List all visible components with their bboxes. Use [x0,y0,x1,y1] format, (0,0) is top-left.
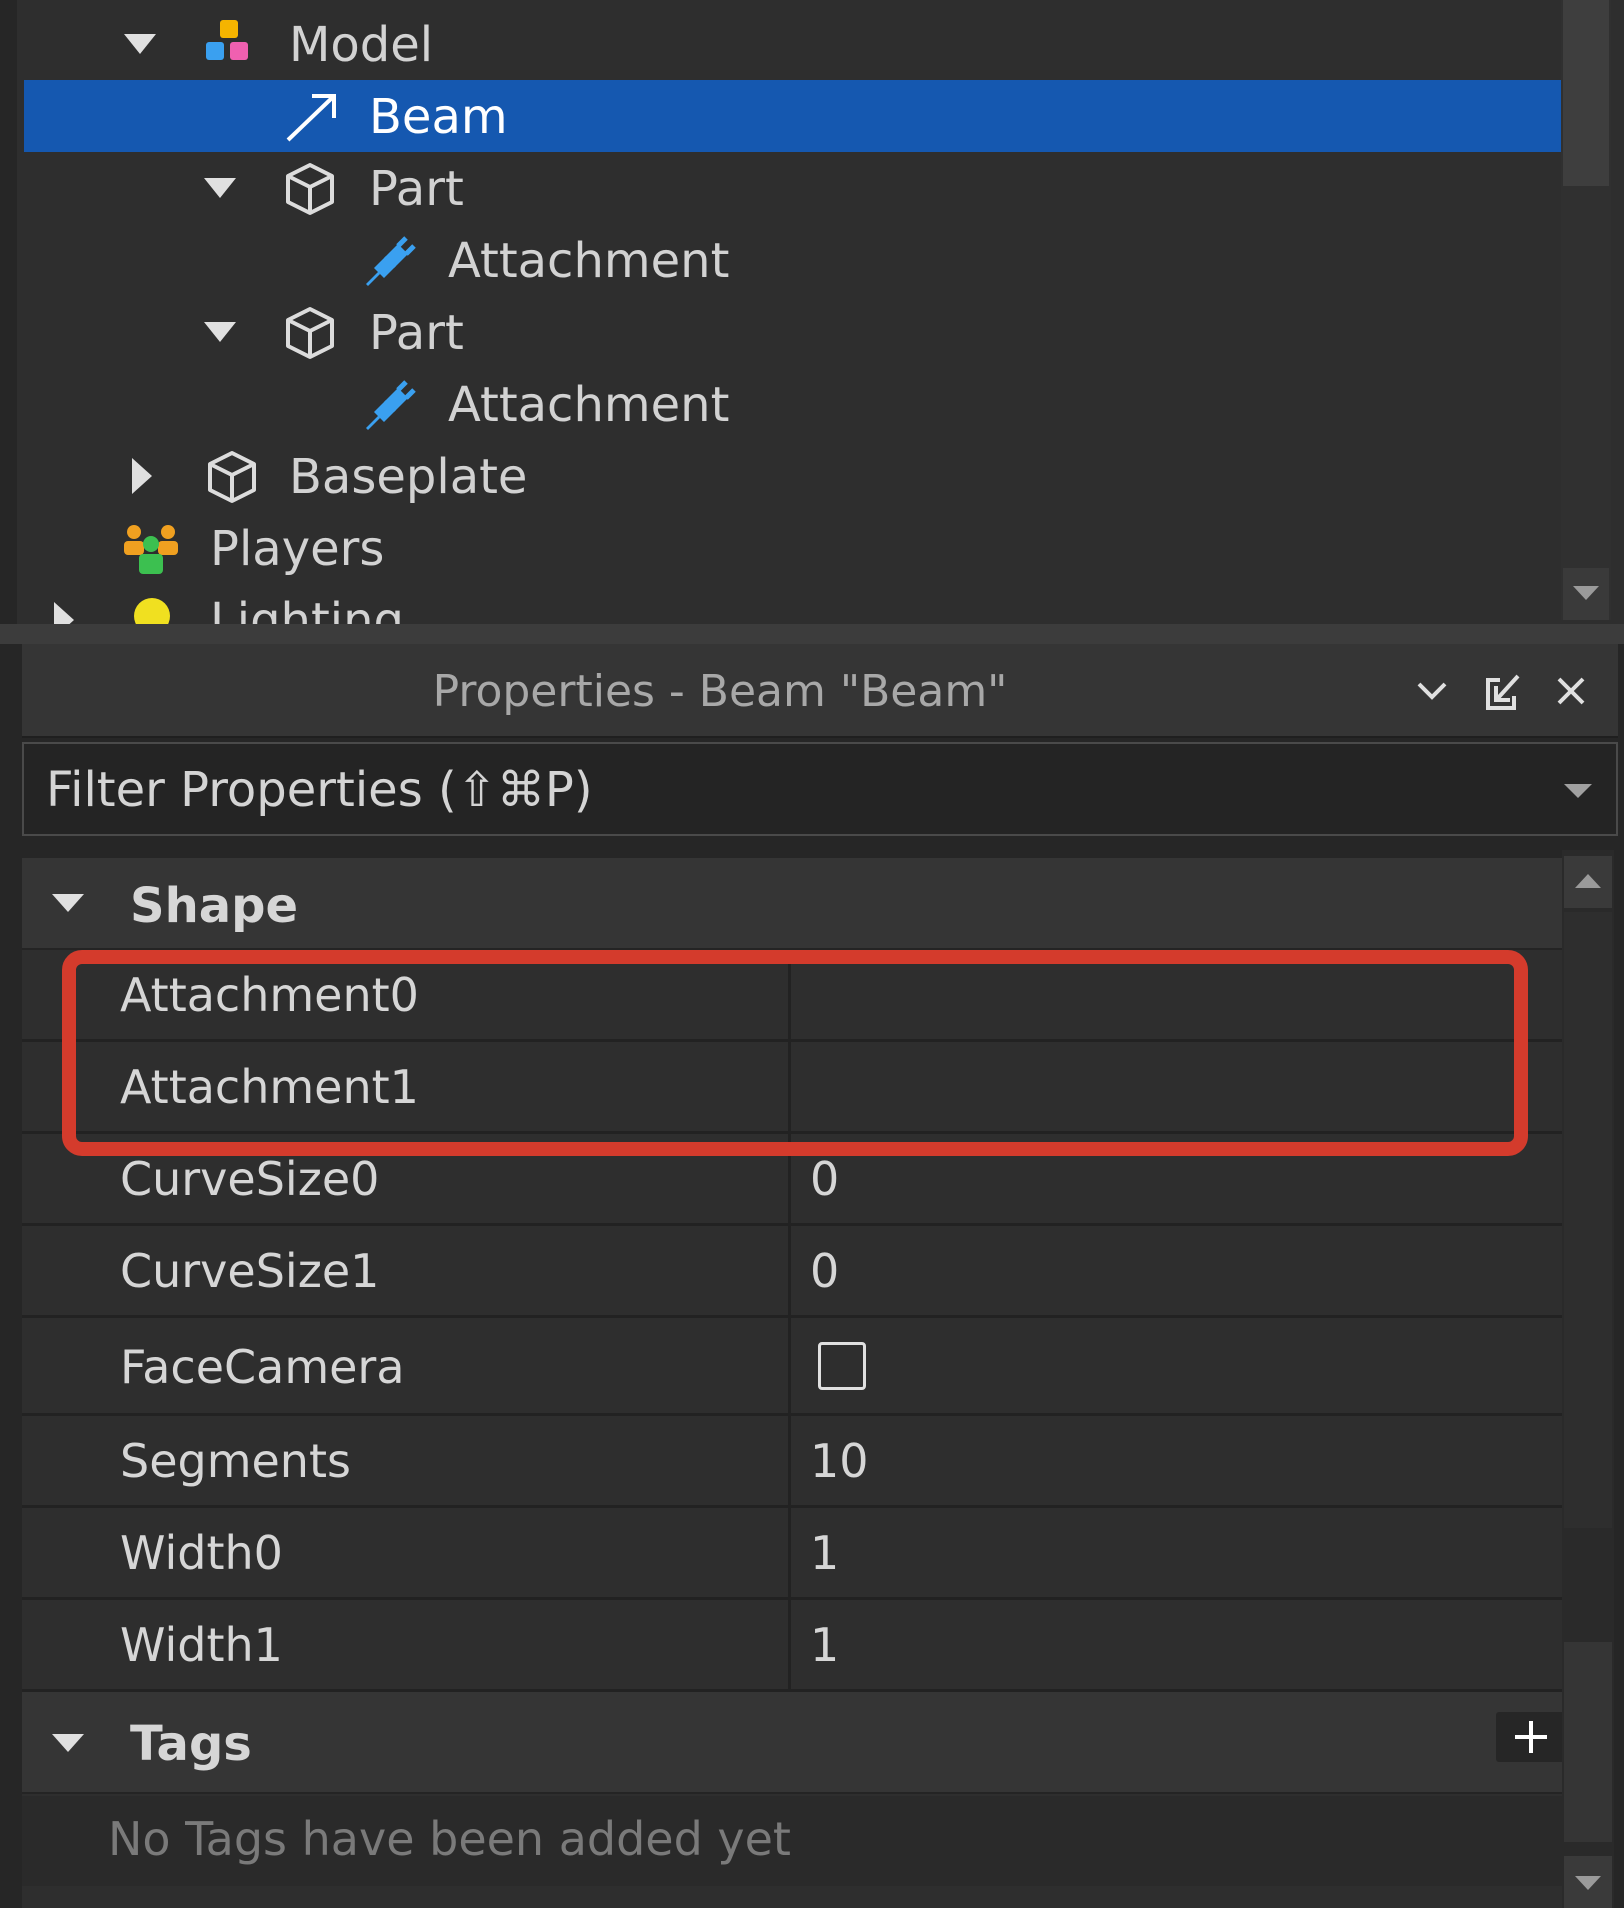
column-divider [788,1134,791,1223]
property-name: CurveSize0 [120,1152,380,1206]
property-name: Width0 [120,1526,283,1580]
tree-item-label: Baseplate [289,449,528,505]
tree-item-part[interactable]: Part [24,296,1561,368]
collapse-arrow-icon[interactable] [50,1728,86,1758]
category-shape[interactable]: Shape [22,858,1562,950]
scrollbar-thumb[interactable] [1563,0,1609,186]
column-divider [788,1600,791,1689]
part-icon [286,307,334,359]
panel-splitter[interactable] [0,624,1624,644]
players-icon [124,525,178,574]
column-divider [788,1042,791,1131]
dropdown-arrow-icon[interactable] [1558,772,1598,812]
tree-item-label: Players [210,521,385,577]
column-divider [788,1318,791,1413]
properties-title-bar: Properties - Beam "Beam" [22,644,1618,738]
plus-icon [1515,1721,1547,1753]
scrollbar-track[interactable] [1564,1642,1612,1842]
facecamera-checkbox[interactable] [818,1342,866,1390]
tree-item-label: Part [369,305,464,361]
tree-item-label: Model [289,17,434,73]
property-row-facecamera[interactable]: FaceCamera [22,1318,1562,1416]
tree-item-label: Beam [369,89,508,145]
property-name: Width1 [120,1618,283,1672]
category-label: Tags [130,1716,252,1772]
property-row-width0[interactable]: Width0 1 [22,1508,1562,1600]
close-icon[interactable] [1546,666,1596,716]
tree-item-attachment[interactable]: Attachment [24,224,1561,296]
category-label: Shape [130,878,299,934]
property-row-width1[interactable]: Width1 1 [22,1600,1562,1692]
tree-item-label: Attachment [448,377,730,433]
scroll-up-icon [1575,874,1601,888]
lighting-icon [134,598,170,624]
part-icon [286,163,334,215]
property-value[interactable]: 1 [810,1526,839,1580]
tree-item-label: Part [369,161,464,217]
properties-grid: Shape Attachment0 Attachment1 CurveSize0… [22,848,1566,1908]
collapse-arrow-icon[interactable] [50,888,86,918]
property-name: FaceCamera [120,1340,405,1394]
scrollbar-thumb[interactable] [1564,912,1612,1528]
property-value[interactable]: 0 [810,1152,839,1206]
property-row-attachment0[interactable]: Attachment0 [22,950,1562,1042]
beam-icon [286,94,336,142]
tree-item-label: Attachment [448,233,730,289]
property-value[interactable]: 0 [810,1244,839,1298]
chevron-down-icon[interactable] [1407,666,1457,716]
tree-item-lighting[interactable]: Lighting [24,584,1561,624]
tree-item-part[interactable]: Part [24,152,1561,224]
property-row-segments[interactable]: Segments 10 [22,1416,1562,1508]
explorer-left-edge [0,0,17,624]
model-icon [206,20,248,60]
expand-arrow-icon[interactable] [50,602,78,624]
column-divider [788,950,791,1039]
filter-properties-input[interactable]: Filter Properties (⇧⌘P) [22,742,1618,836]
part-icon [208,451,256,503]
collapse-arrow-icon[interactable] [204,318,236,346]
tree-item-label: Lighting [210,593,405,624]
attachment-icon [366,236,416,286]
property-row-curvesize1[interactable]: CurveSize1 0 [22,1226,1562,1318]
undock-icon[interactable] [1476,666,1526,716]
tags-empty-state: No Tags have been added yet [22,1796,1562,1886]
category-tags[interactable]: Tags [22,1692,1566,1794]
property-row-attachment1[interactable]: Attachment1 [22,1042,1562,1134]
property-value[interactable]: 10 [810,1434,869,1488]
grid-header-line [22,848,1562,858]
add-tag-button[interactable] [1496,1712,1566,1762]
collapse-arrow-icon[interactable] [124,30,156,58]
column-divider [788,1508,791,1597]
filter-placeholder: Filter Properties (⇧⌘P) [46,762,593,818]
property-value[interactable]: 1 [810,1618,839,1672]
properties-title: Properties - Beam "Beam" [432,666,1008,717]
properties-scrollbar[interactable] [1562,850,1614,1908]
attachment-icon [366,380,416,430]
expand-arrow-icon[interactable] [128,458,156,494]
column-divider [788,1226,791,1315]
scroll-down-icon [1573,586,1599,600]
property-row-curvesize0[interactable]: CurveSize0 0 [22,1134,1562,1226]
tree-item-model[interactable]: Model [24,8,1561,80]
collapse-arrow-icon[interactable] [204,174,236,202]
properties-panel: Properties - Beam "Beam" Filter Properti… [0,644,1624,1908]
column-divider [788,1416,791,1505]
property-name: Attachment1 [120,1060,419,1114]
property-name: CurveSize1 [120,1244,380,1298]
tree-item-beam[interactable]: Beam [24,80,1561,152]
empty-tags-message: No Tags have been added yet [108,1812,791,1866]
scroll-down-icon [1575,1876,1601,1890]
explorer-scrollbar[interactable] [1561,0,1611,620]
scroll-down-button[interactable] [1564,1856,1612,1908]
tree-item-attachment[interactable]: Attachment [24,368,1561,440]
scroll-up-button[interactable] [1564,856,1612,908]
property-name: Attachment0 [120,968,419,1022]
tree-item-baseplate[interactable]: Baseplate [24,440,1561,512]
property-name: Segments [120,1434,351,1488]
explorer-panel: Model Beam Part Attachment Part Attachme… [0,0,1624,624]
tree-item-players[interactable]: Players [24,512,1561,584]
scroll-down-button[interactable] [1563,568,1609,620]
